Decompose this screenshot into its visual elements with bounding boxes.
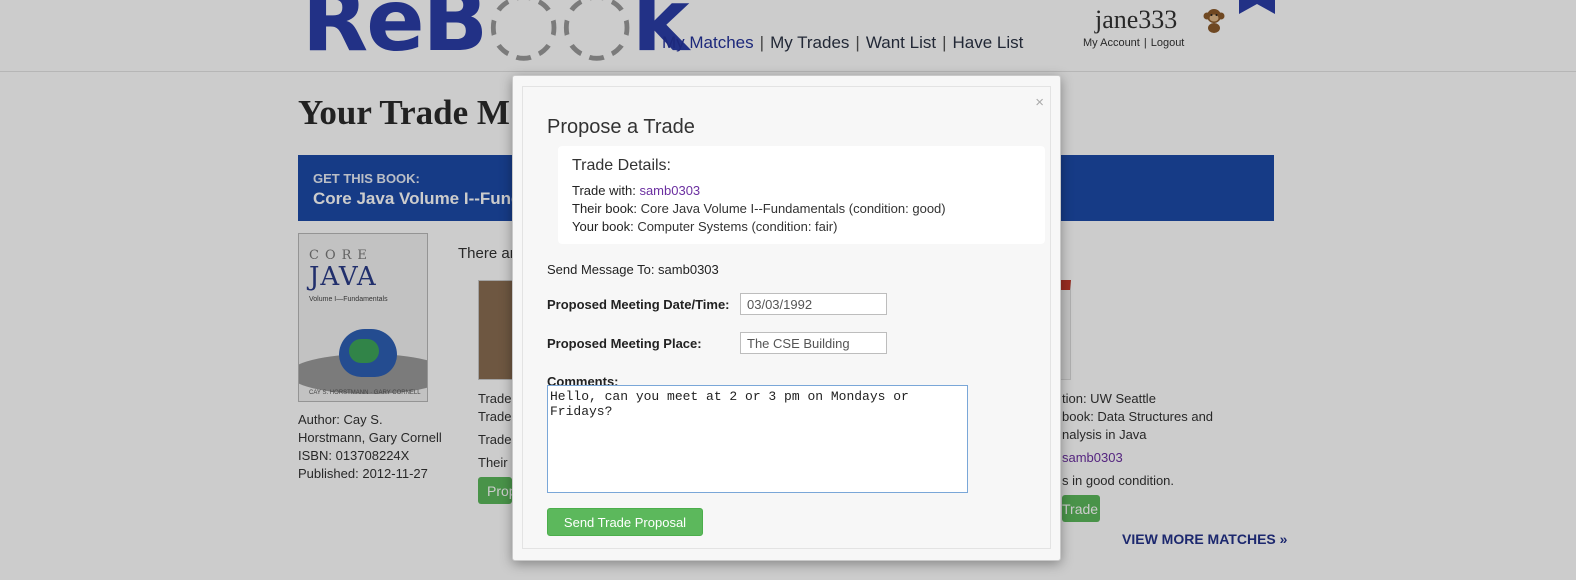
trade-details-panel: Trade Details: Trade with: samb0303 Thei…: [558, 146, 1045, 244]
propose-trade-modal: × Propose a Trade Trade Details: Trade w…: [512, 75, 1061, 561]
trade-with-user-link[interactable]: samb0303: [639, 183, 700, 198]
trade-with-row: Trade with: samb0303: [572, 183, 700, 198]
their-book-value: Core Java Volume I--Fundamentals (condit…: [640, 201, 946, 216]
comments-textarea[interactable]: Hello, can you meet at 2 or 3 pm on Mond…: [547, 385, 968, 493]
meeting-date-input[interactable]: [740, 293, 887, 315]
modal-title: Propose a Trade: [547, 116, 695, 138]
send-trade-proposal-button[interactable]: Send Trade Proposal: [547, 508, 703, 536]
your-book-value: Computer Systems (condition: fair): [637, 219, 838, 234]
meeting-date-label: Proposed Meeting Date/Time:: [547, 297, 730, 312]
your-book-label: Your book:: [572, 219, 634, 234]
trade-details-heading: Trade Details:: [572, 157, 671, 174]
meeting-place-input[interactable]: [740, 332, 887, 354]
your-book-row: Your book: Computer Systems (condition: …: [572, 219, 837, 234]
modal-content: × Propose a Trade Trade Details: Trade w…: [522, 86, 1051, 549]
meeting-place-label: Proposed Meeting Place:: [547, 336, 702, 351]
close-icon[interactable]: ×: [1035, 95, 1044, 110]
trade-with-label: Trade with:: [572, 183, 636, 198]
their-book-row: Their book: Core Java Volume I--Fundamen…: [572, 201, 946, 216]
their-book-label: Their book:: [572, 201, 638, 216]
send-message-to: Send Message To: samb0303: [547, 262, 719, 277]
